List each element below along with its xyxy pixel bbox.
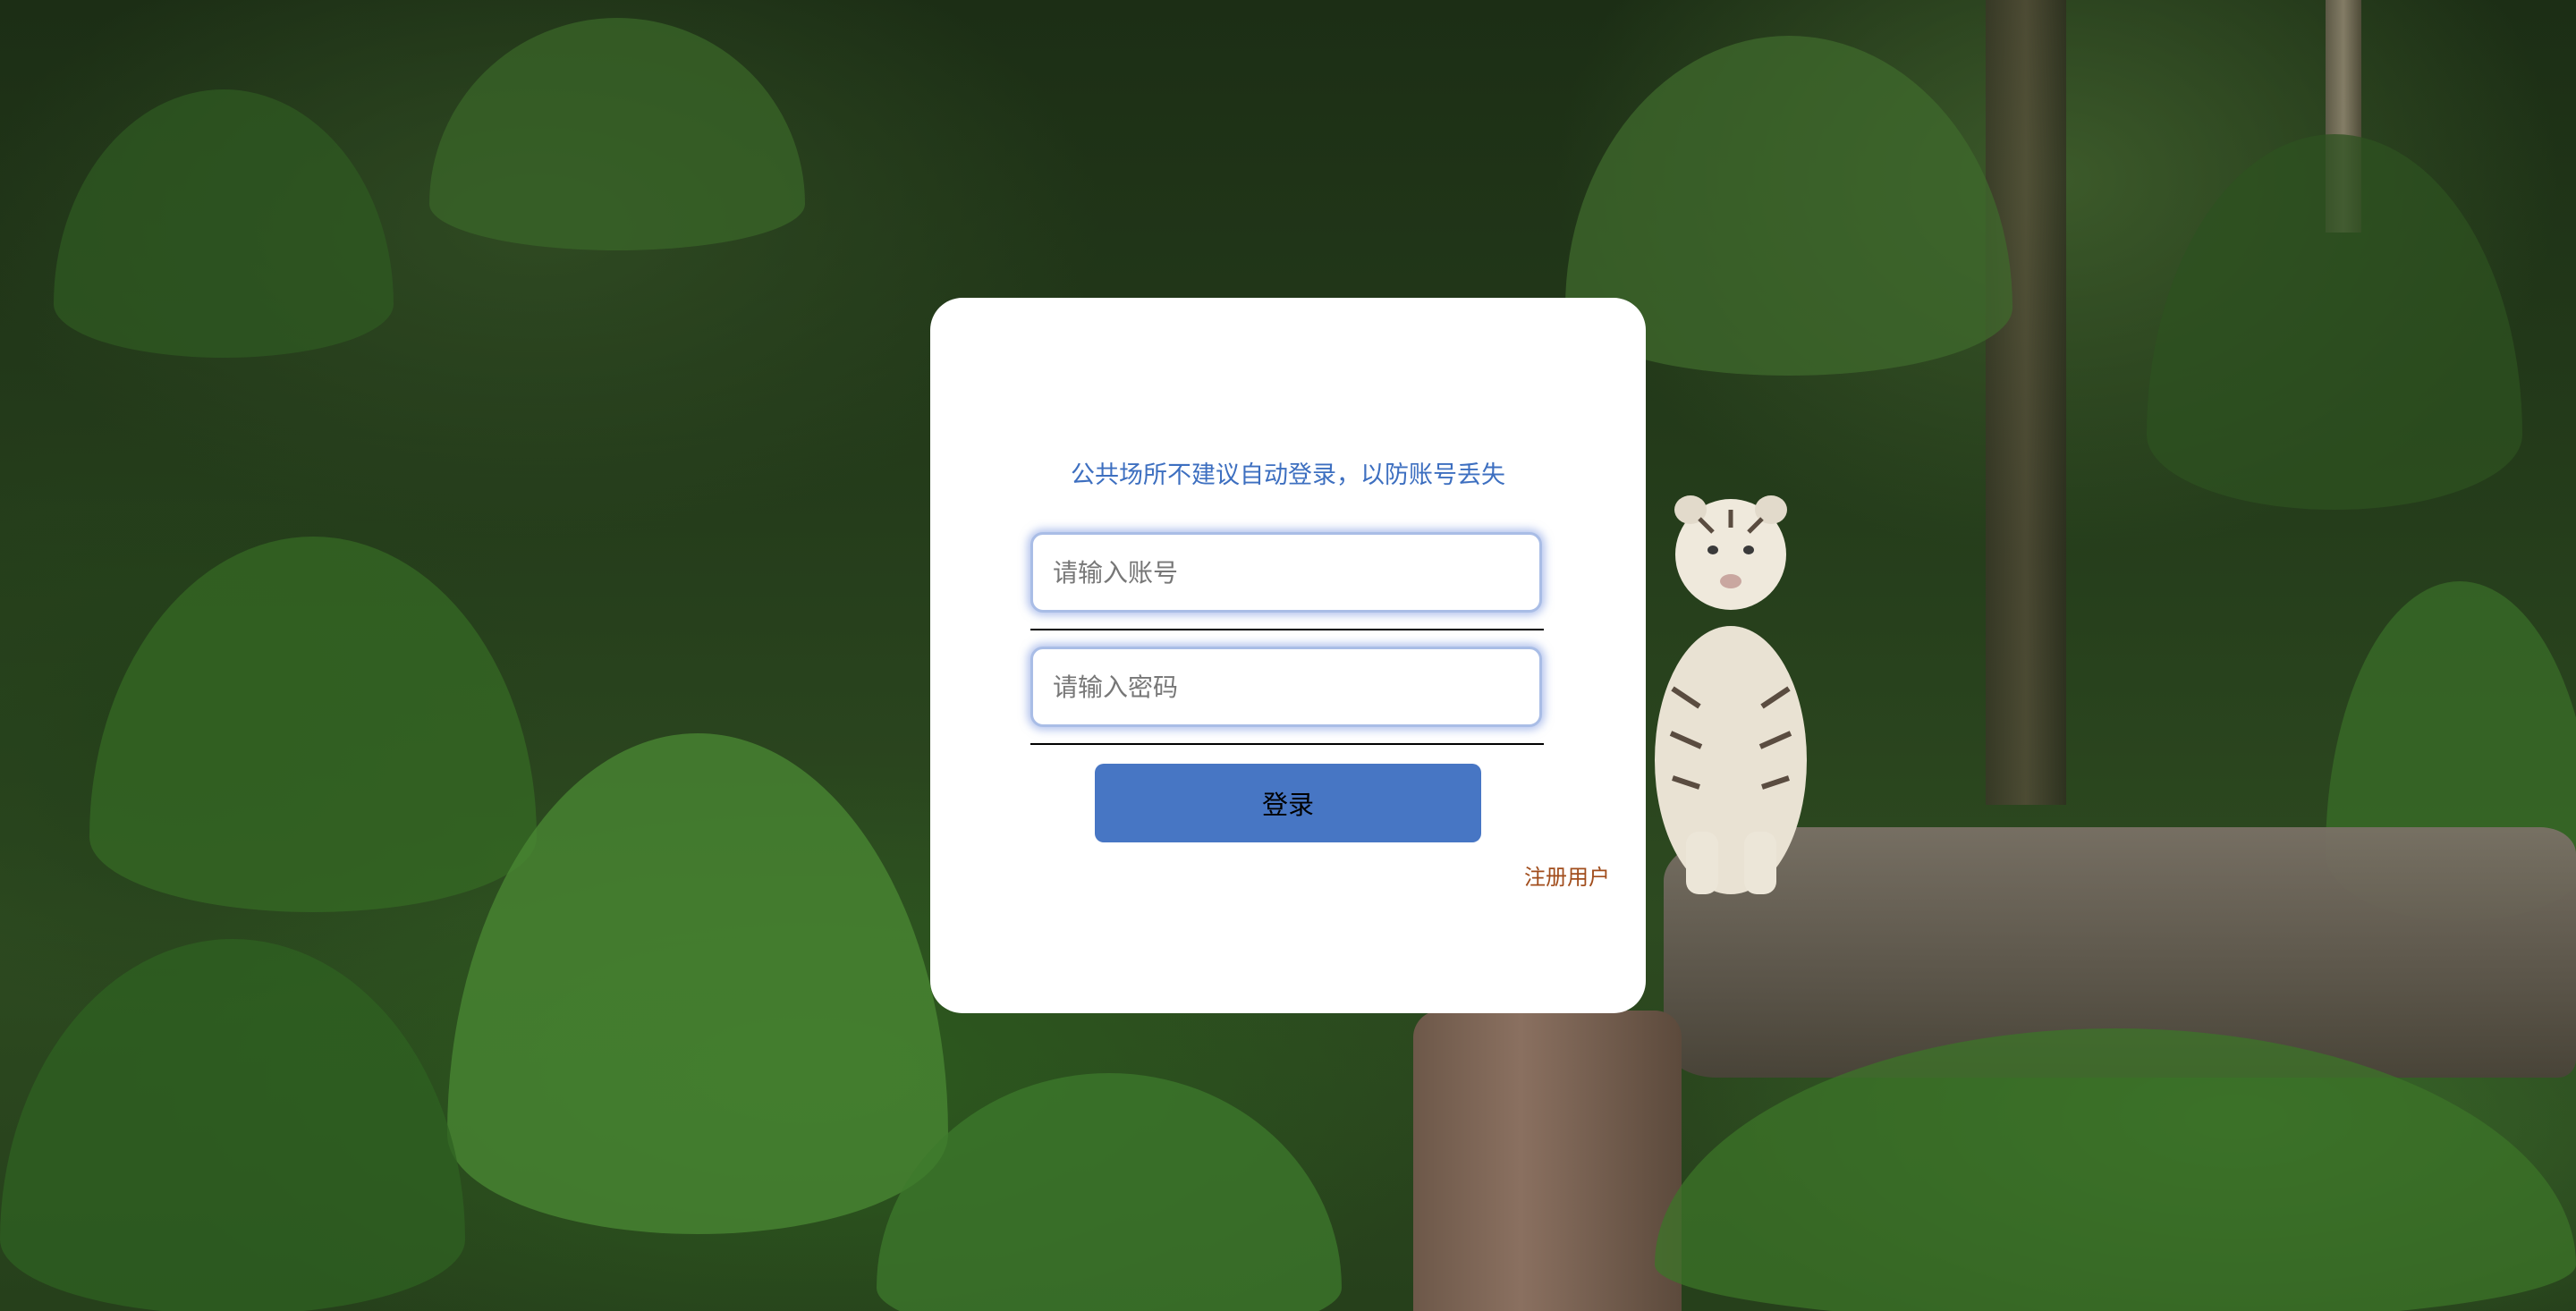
tree-stump — [1413, 1011, 1682, 1311]
foliage — [89, 537, 537, 912]
foliage — [54, 89, 394, 358]
foliage — [2147, 134, 2522, 510]
foliage — [0, 939, 465, 1311]
tree-trunk — [1986, 0, 2066, 805]
auto-login-notice: 公共场所不建议自动登录，以防账号丢失 — [1071, 461, 1505, 489]
divider — [1030, 743, 1544, 745]
login-button[interactable]: 登录 — [1095, 764, 1481, 842]
foliage — [429, 18, 805, 250]
register-link[interactable]: 注册用户 — [1524, 859, 1610, 891]
password-input[interactable] — [1030, 647, 1542, 727]
divider — [1030, 629, 1544, 630]
white-tiger-image — [1655, 495, 1807, 894]
username-input[interactable] — [1030, 532, 1542, 613]
login-card: 公共场所不建议自动登录，以防账号丢失 登录 注册用户 — [930, 298, 1646, 1013]
